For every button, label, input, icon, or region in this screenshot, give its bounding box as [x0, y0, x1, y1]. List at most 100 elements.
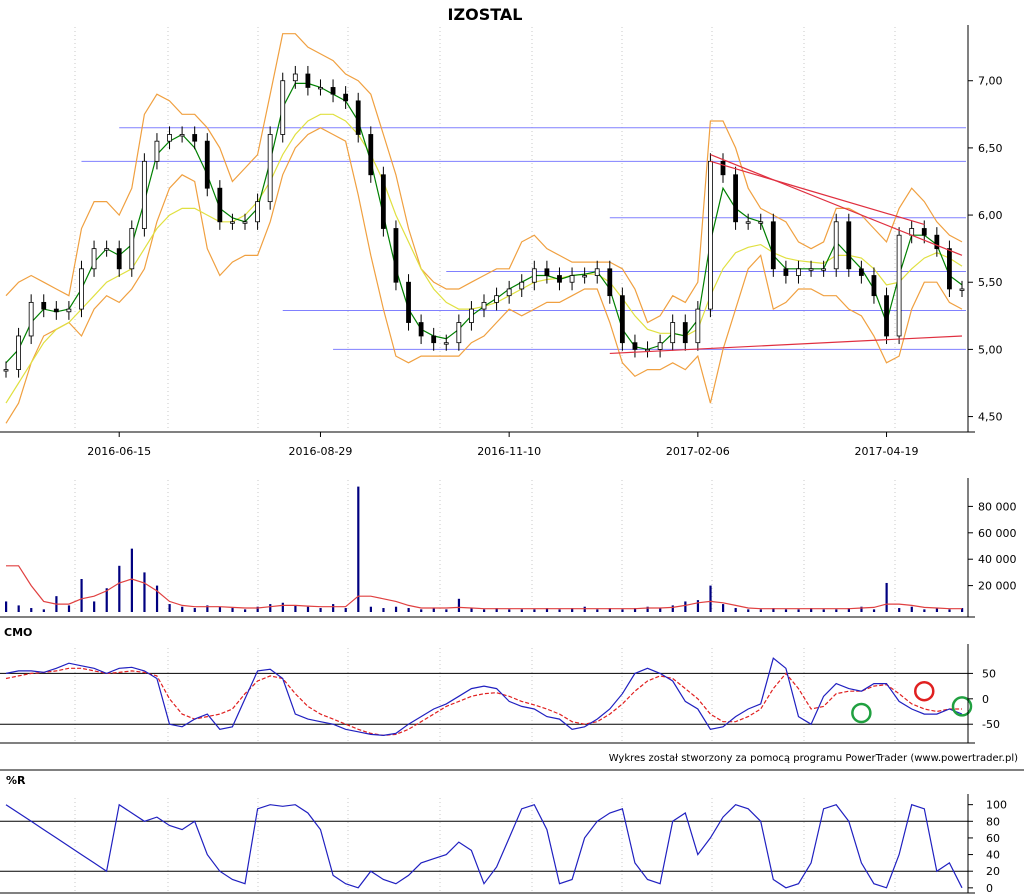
volume-bar	[306, 606, 310, 612]
candle-body	[733, 174, 738, 223]
candle-body	[41, 301, 47, 310]
candle-body	[695, 308, 701, 344]
volume-bar	[533, 609, 536, 612]
volume-bar	[483, 609, 486, 612]
candle-body	[53, 308, 59, 313]
volume-bar	[407, 608, 410, 612]
candle-body	[418, 322, 424, 337]
credit-text: Wykres został stworzony za pomocą progra…	[609, 753, 1018, 764]
volume-bar	[923, 609, 926, 612]
volume-bar	[508, 609, 511, 612]
volume-bar	[583, 606, 586, 612]
volume-bar	[457, 598, 461, 612]
cmo-y-tick-label: -50	[982, 718, 1000, 731]
candle-body	[607, 268, 613, 297]
cmo-y-tick-label: 0	[982, 693, 989, 706]
volume-bar	[872, 609, 876, 612]
candle-body	[104, 248, 110, 251]
volume-bar	[696, 600, 700, 612]
candle-body	[280, 80, 286, 135]
cmo-signal-line	[5, 667, 962, 737]
volume-y-tick-label: 80 000	[978, 500, 1017, 513]
volume-bar	[445, 609, 448, 612]
volume-bar	[281, 602, 284, 612]
candle-body	[544, 268, 550, 276]
chart-title: IZOSTAL	[448, 5, 523, 24]
candle-body	[821, 268, 827, 271]
volume-bar	[722, 604, 725, 612]
candle-body	[116, 248, 122, 270]
candle-body	[141, 160, 147, 229]
candle-body	[406, 281, 411, 323]
candle-body	[204, 140, 210, 189]
candle-body	[494, 295, 499, 303]
price-y-tick-label: 5,00	[978, 343, 1003, 356]
candle-body	[770, 221, 776, 270]
candle-body	[305, 73, 311, 88]
candle-body	[682, 322, 688, 344]
volume-bar	[596, 609, 599, 612]
candle-body	[745, 221, 751, 224]
candle-body	[645, 348, 650, 352]
volume-bar	[432, 608, 435, 612]
volume-bar	[822, 609, 825, 612]
volume-bar	[181, 606, 184, 612]
volume-bar	[294, 605, 297, 612]
williams-r-y-tick-label: 40	[986, 849, 1000, 862]
candle-body	[16, 335, 21, 370]
candle-body	[230, 221, 235, 224]
candle-body	[192, 134, 198, 142]
candle-body	[720, 160, 726, 176]
candle-body	[758, 221, 764, 224]
candle-body	[708, 160, 713, 310]
williams-r-y-tick-label: 60	[986, 832, 1000, 845]
x-tick-label: 2016-06-15	[87, 445, 151, 458]
cmo-panel-label: CMO	[4, 626, 32, 639]
candle-body	[469, 308, 474, 323]
volume-bar	[759, 609, 762, 612]
williams-r-y-tick-label: 0	[986, 882, 993, 895]
volume-bar	[709, 585, 712, 612]
volume-bar	[898, 608, 901, 612]
trendline	[710, 160, 925, 226]
candle-body	[531, 268, 537, 283]
volume-bar	[797, 609, 800, 612]
trendline	[609, 335, 963, 355]
candle-body	[129, 228, 135, 270]
candle-body	[318, 87, 323, 90]
candle-body	[66, 308, 72, 313]
candle-body	[217, 187, 223, 223]
candle-body	[833, 221, 839, 270]
volume-bar	[231, 608, 234, 612]
volume-bar	[394, 606, 398, 612]
candle-body	[431, 335, 437, 344]
candle-body	[343, 93, 349, 102]
candle-body	[179, 134, 185, 137]
candle-body	[808, 268, 814, 271]
volume-bar	[835, 609, 838, 612]
volume-bar	[420, 609, 423, 612]
x-tick-label: 2017-04-19	[855, 445, 919, 458]
candle-body	[846, 221, 852, 270]
candle-body	[796, 268, 801, 276]
candle-body	[632, 342, 638, 350]
volume-average-line	[6, 565, 962, 610]
sell-signal-marker	[914, 680, 935, 702]
price-y-tick-label: 6,50	[978, 142, 1003, 155]
buy-signal-marker	[851, 702, 872, 724]
volume-bar	[344, 608, 347, 612]
candle-body	[330, 87, 336, 95]
volume-bar	[734, 608, 737, 612]
volume-bar	[621, 609, 624, 612]
sma-fast-line	[5, 82, 963, 364]
candle-body	[871, 275, 877, 297]
volume-bar	[218, 606, 222, 612]
volume-y-tick-label: 40 000	[978, 553, 1017, 566]
candle-body	[167, 134, 172, 142]
volume-bar	[118, 565, 121, 612]
candle-body	[884, 295, 889, 337]
candle-body	[619, 295, 625, 344]
volume-bar	[357, 486, 360, 612]
volume-bar	[747, 609, 750, 612]
volume-bar	[910, 606, 913, 612]
